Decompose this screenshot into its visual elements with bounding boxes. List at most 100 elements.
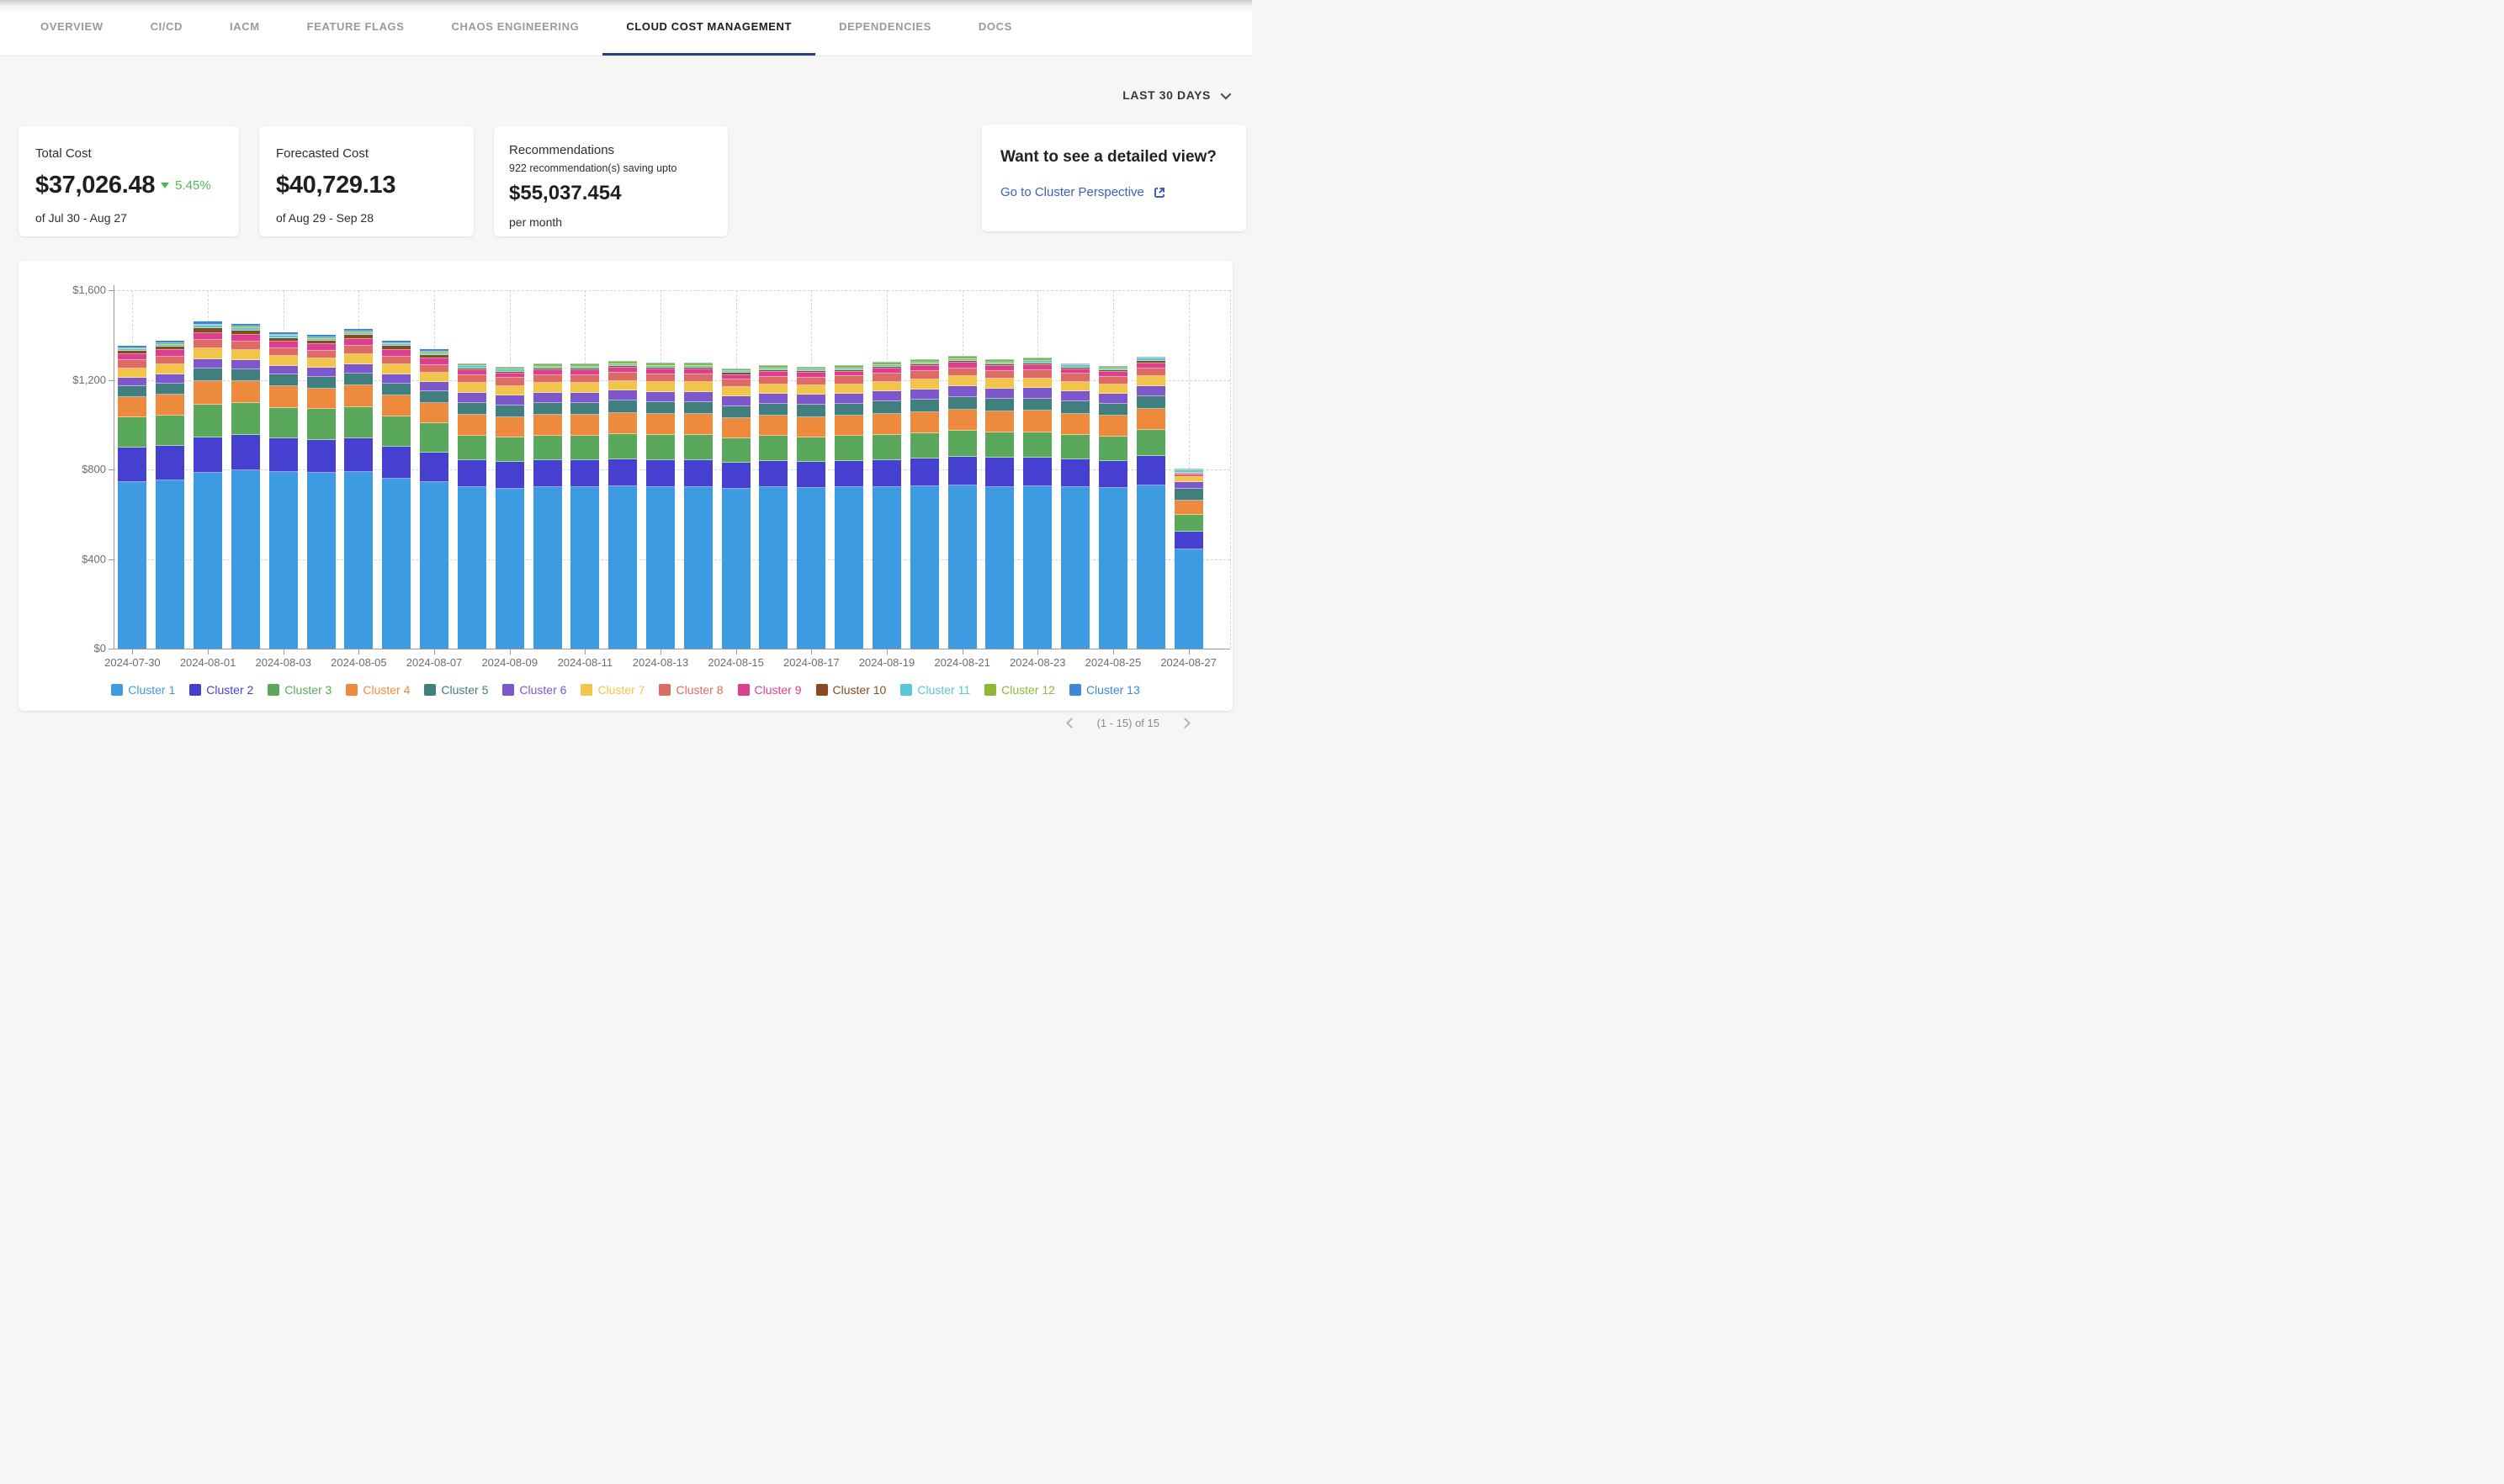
cluster-perspective-link[interactable]: Go to Cluster Perspective (1000, 185, 1228, 199)
bar-segment-cluster-6 (570, 393, 599, 403)
previous-page-button[interactable] (1066, 718, 1077, 729)
legend-item-cluster-13[interactable]: Cluster 13 (1069, 683, 1140, 697)
bar-segment-cluster-1 (1023, 486, 1052, 649)
legend-item-cluster-9[interactable]: Cluster 9 (738, 683, 802, 697)
chart-bar[interactable] (835, 365, 863, 649)
bar-segment-cluster-3 (307, 409, 336, 439)
x-axis-label: 2024-08-23 (1000, 656, 1075, 669)
bar-segment-cluster-6 (835, 394, 863, 404)
tab-iacm[interactable]: IACM (206, 0, 284, 56)
chart-bar[interactable] (570, 363, 599, 649)
tab-dependencies[interactable]: DEPENDENCIES (815, 0, 955, 56)
bar-segment-cluster-3 (646, 435, 675, 460)
time-range-selector[interactable]: LAST 30 DAYS (1122, 84, 1228, 106)
next-page-button[interactable] (1180, 718, 1191, 729)
bar-segment-cluster-7 (1023, 379, 1052, 389)
chart-bar[interactable] (118, 346, 146, 649)
bar-segment-cluster-1 (1061, 487, 1090, 649)
chart-bar[interactable] (420, 349, 448, 649)
chart-bar[interactable] (231, 324, 260, 649)
bar-segment-cluster-7 (684, 382, 713, 391)
chart-bar[interactable] (1175, 469, 1203, 649)
chart-bar[interactable] (873, 362, 901, 649)
bar-segment-cluster-8 (910, 371, 939, 379)
bar-segment-cluster-5 (269, 374, 298, 386)
bar-segment-cluster-4 (1061, 414, 1090, 435)
chart-bar[interactable] (344, 329, 373, 649)
bar-segment-cluster-5 (1175, 489, 1203, 501)
total-cost-value: $37,026.48 (35, 172, 155, 199)
tab-docs[interactable]: DOCS (955, 0, 1036, 56)
chart-bar[interactable] (269, 332, 298, 649)
bar-segment-cluster-8 (759, 377, 788, 384)
chart-bar[interactable] (1023, 358, 1052, 649)
bar-segment-cluster-5 (156, 384, 184, 395)
chart-bar[interactable] (1099, 366, 1127, 649)
chart-bar[interactable] (722, 368, 751, 649)
x-axis-tick (132, 649, 133, 655)
bar-segment-cluster-2 (156, 446, 184, 480)
legend-label: Cluster 1 (128, 683, 175, 697)
bar-segment-cluster-7 (1137, 376, 1165, 386)
x-axis-tick (434, 649, 435, 655)
chart-bar[interactable] (156, 341, 184, 649)
bar-segment-cluster-7 (873, 382, 901, 391)
chart-bar[interactable] (910, 359, 939, 649)
bar-segment-cluster-8 (496, 378, 524, 385)
legend-item-cluster-12[interactable]: Cluster 12 (984, 683, 1055, 697)
bar-segment-cluster-8 (231, 342, 260, 350)
bar-segment-cluster-4 (759, 416, 788, 436)
legend-item-cluster-3[interactable]: Cluster 3 (268, 683, 332, 697)
chart-bar[interactable] (948, 356, 977, 649)
chart-bar[interactable] (194, 321, 222, 649)
bar-segment-cluster-3 (496, 437, 524, 462)
bar-segment-cluster-6 (985, 389, 1014, 400)
legend-item-cluster-4[interactable]: Cluster 4 (346, 683, 410, 697)
pagination-label: (1 - 15) of 15 (1097, 717, 1159, 729)
tab-chaos-engineering[interactable]: CHAOS ENGINEERING (428, 0, 603, 56)
chart-bar[interactable] (307, 335, 336, 649)
legend-item-cluster-5[interactable]: Cluster 5 (424, 683, 488, 697)
tab-feature-flags[interactable]: FEATURE FLAGS (284, 0, 428, 56)
chart-bar[interactable] (1061, 363, 1090, 649)
bar-segment-cluster-5 (797, 405, 825, 416)
recommendations-card: Recommendations 922 recommendation(s) sa… (494, 126, 728, 236)
chart-bar[interactable] (1137, 357, 1165, 649)
x-axis-tick (887, 649, 888, 655)
chart-bar[interactable] (684, 363, 713, 649)
chart-bar[interactable] (797, 367, 825, 649)
legend-item-cluster-8[interactable]: Cluster 8 (659, 683, 723, 697)
bar-segment-cluster-7 (646, 382, 675, 391)
chart-bar[interactable] (458, 363, 486, 649)
bar-segment-cluster-5 (948, 397, 977, 410)
bar-segment-cluster-1 (646, 487, 675, 649)
bar-segment-cluster-1 (948, 485, 977, 649)
tab-ci-cd[interactable]: CI/CD (127, 0, 206, 56)
chart-bar[interactable] (608, 361, 637, 649)
tab-overview[interactable]: OVERVIEW (17, 0, 127, 56)
bar-segment-cluster-4 (1099, 416, 1127, 436)
chart-bar[interactable] (382, 341, 411, 649)
bar-segment-cluster-7 (458, 383, 486, 392)
chart-bar[interactable] (646, 363, 675, 649)
legend-item-cluster-6[interactable]: Cluster 6 (502, 683, 566, 697)
legend-item-cluster-7[interactable]: Cluster 7 (581, 683, 645, 697)
legend-item-cluster-11[interactable]: Cluster 11 (900, 683, 970, 697)
legend-item-cluster-1[interactable]: Cluster 1 (111, 683, 175, 697)
bar-segment-cluster-6 (948, 386, 977, 397)
bar-segment-cluster-4 (533, 415, 562, 435)
legend-item-cluster-2[interactable]: Cluster 2 (189, 683, 253, 697)
bar-segment-cluster-8 (1137, 368, 1165, 377)
legend-item-cluster-10[interactable]: Cluster 10 (816, 683, 887, 697)
chart-bar[interactable] (985, 359, 1014, 649)
chart-bar[interactable] (759, 365, 788, 649)
tab-cloud-cost-management[interactable]: CLOUD COST MANAGEMENT (602, 0, 815, 56)
bar-segment-cluster-6 (1099, 394, 1127, 404)
chart-bar[interactable] (533, 363, 562, 649)
bar-segment-cluster-1 (985, 487, 1014, 649)
bar-segment-cluster-6 (1137, 386, 1165, 397)
bar-segment-cluster-3 (533, 436, 562, 461)
bar-segment-cluster-7 (533, 383, 562, 392)
bar-segment-cluster-6 (684, 392, 713, 402)
chart-bar[interactable] (496, 367, 524, 649)
